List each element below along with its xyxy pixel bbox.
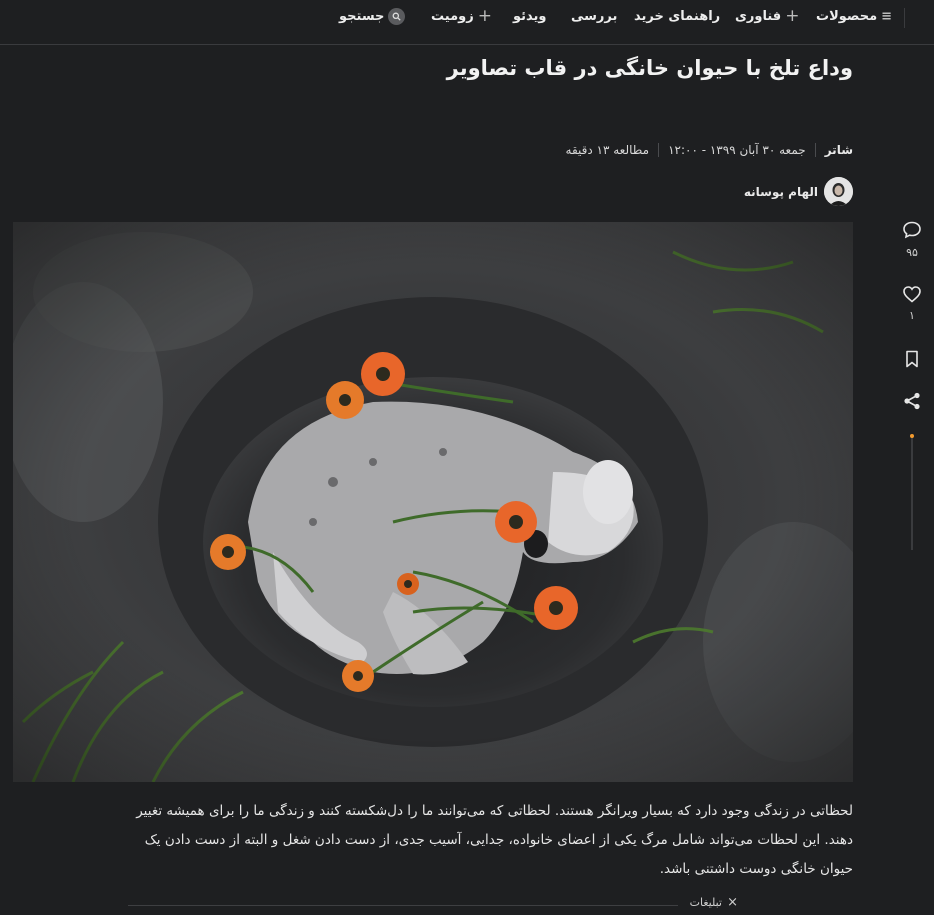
nav-tech-label: فناوری: [735, 8, 782, 24]
article-read-time: مطالعه ۱۳ دقیقه: [565, 143, 650, 157]
menu-icon: ≡: [881, 8, 893, 24]
heart-icon: [902, 285, 922, 307]
search-icon: [388, 7, 406, 25]
ads-label: تبلیغات: [689, 896, 722, 909]
article-category[interactable]: شاتر: [825, 143, 853, 157]
nav-buying-guide[interactable]: راهنمای خرید: [634, 6, 720, 26]
nav-review[interactable]: بررسی: [571, 6, 617, 26]
search-button[interactable]: جستجو: [339, 6, 406, 26]
meta-divider: [658, 143, 660, 157]
article-title: وداع تلخ با حیوان خانگی در قاب تصاویر: [446, 56, 853, 80]
share-icon: [903, 392, 921, 414]
nav-review-label: بررسی: [571, 8, 618, 24]
nav-tech[interactable]: + فناوری: [735, 6, 799, 26]
meta-divider: [814, 143, 816, 157]
nav-products[interactable]: ≡ محصولات: [816, 6, 892, 26]
ads-divider: تبلیغات ×: [128, 895, 738, 914]
comments-button[interactable]: ۹۵: [896, 220, 928, 259]
like-button[interactable]: ۱: [896, 285, 928, 322]
nav-products-label: محصولات: [816, 8, 878, 24]
top-navigation: ≡ محصولات + فناوری راهنمای خرید بررسی وی…: [0, 0, 934, 45]
ads-close-icon[interactable]: ×: [727, 895, 738, 910]
comments-count: ۹۵: [906, 246, 918, 259]
nav-video[interactable]: ویدئو: [513, 6, 547, 26]
article-date: جمعه ۳۰ آبان ۱۳۹۹ - ۱۲:۰۰: [668, 143, 806, 157]
article-body: لحظاتی در زندگی وجود دارد که بسیار ویران…: [136, 803, 853, 877]
author-name: الهام پوسانه: [743, 184, 818, 199]
likes-count: ۱: [909, 309, 915, 322]
reading-progress-indicator: [910, 434, 914, 438]
share-button[interactable]: [896, 392, 928, 414]
comment-icon: [902, 220, 922, 244]
article-meta: شاتر جمعه ۳۰ آبان ۱۳۹۹ - ۱۲:۰۰ مطالعه ۱۳…: [566, 141, 853, 159]
avatar: [824, 177, 853, 206]
nav-buying-guide-label: راهنمای خرید: [634, 8, 721, 24]
author-block[interactable]: الهام پوسانه: [744, 177, 853, 206]
search-label: جستجو: [339, 8, 385, 24]
nav-zoomit-label: زومیت: [431, 8, 474, 24]
plus-icon: +: [785, 5, 800, 26]
plus-icon: +: [477, 5, 492, 26]
nav-divider: [904, 8, 905, 28]
bookmark-button[interactable]: [896, 350, 928, 372]
nav-zoomit[interactable]: + زومیت: [431, 6, 492, 26]
ads-line: [128, 905, 678, 906]
bookmark-icon: [904, 350, 920, 372]
hero-image: [13, 222, 853, 782]
nav-video-label: ویدئو: [513, 8, 547, 24]
reading-progress: [910, 434, 914, 550]
